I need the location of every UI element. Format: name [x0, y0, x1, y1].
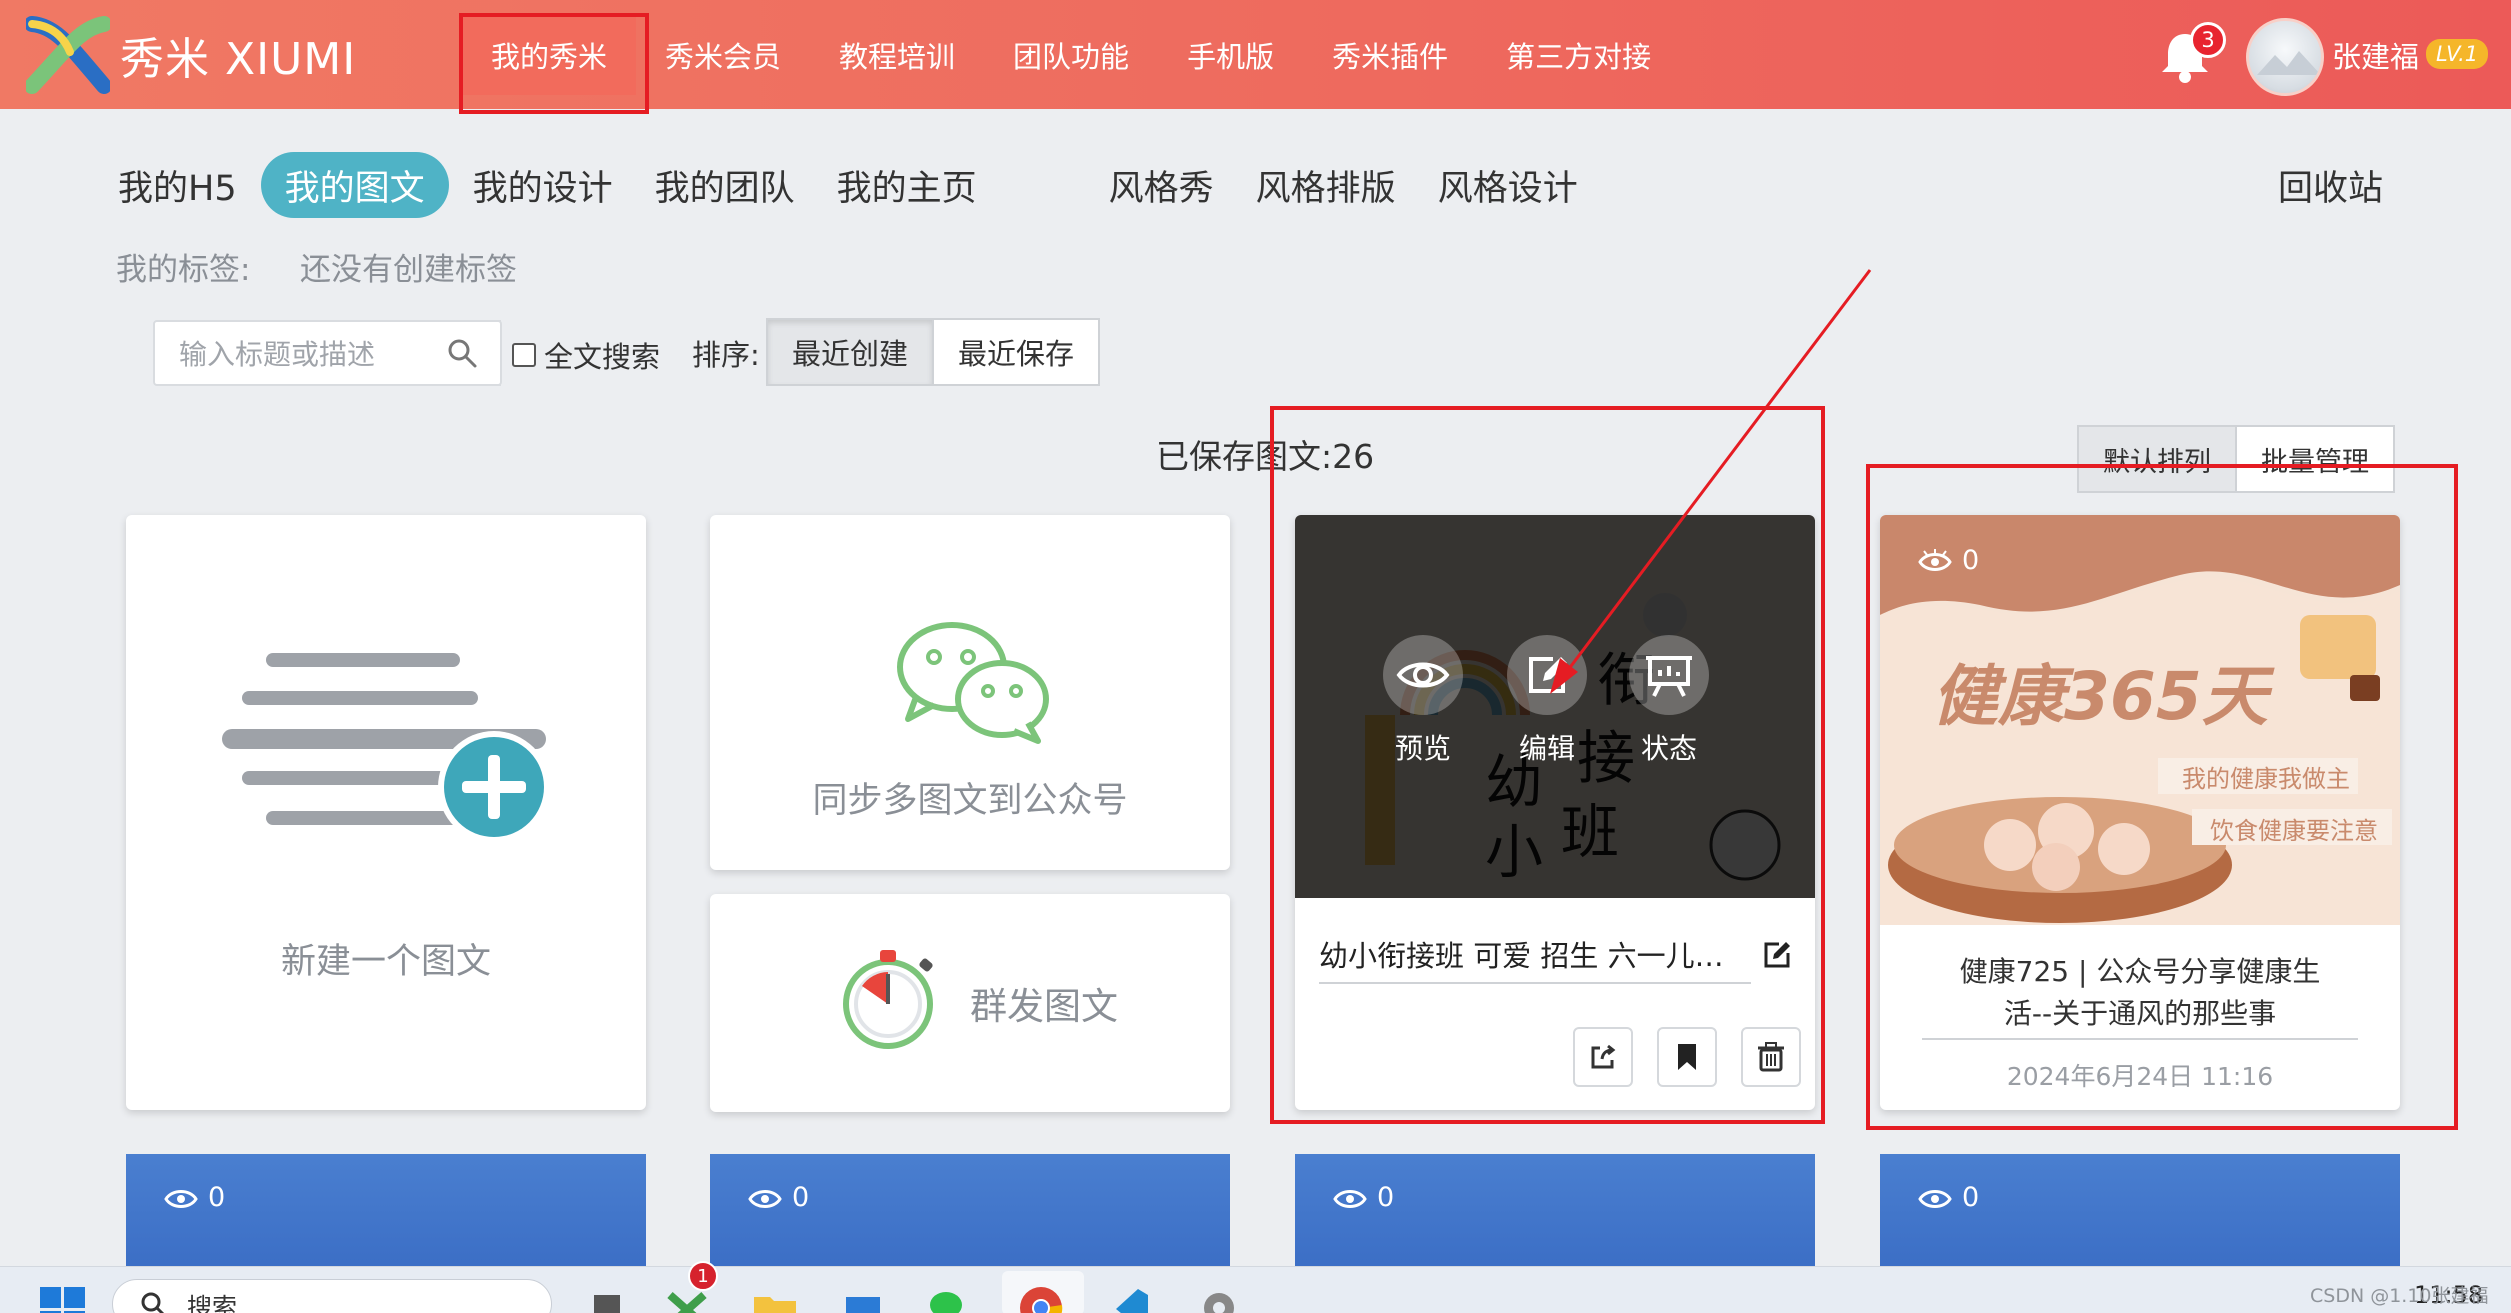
folder-icon[interactable] — [752, 1285, 798, 1313]
new-article-label: 新建一个图文 — [280, 942, 491, 982]
tag-label: 我的标签: — [116, 252, 251, 288]
sort-label: 排序: — [692, 338, 760, 372]
tab-style-layout[interactable]: 风格排版 — [1238, 152, 1414, 218]
avatar[interactable] — [2246, 18, 2324, 96]
app-icon[interactable] — [584, 1285, 630, 1313]
sync-to-wechat-card[interactable]: 同步多图文到公众号 — [710, 515, 1230, 870]
stopwatch-icon — [843, 950, 933, 1049]
mass-send-label: 群发图文 — [970, 985, 1118, 1028]
sort-recent-created-button[interactable]: 最近创建 — [766, 318, 935, 386]
nav-tutorials[interactable]: 教程培训 — [810, 14, 984, 95]
new-article-icon — [222, 653, 550, 843]
tab-style-design[interactable]: 风格设计 — [1420, 152, 1596, 218]
view-count: 0 — [748, 1182, 809, 1213]
recycle-bin-link[interactable]: 回收站 — [2278, 160, 2383, 211]
annotation-box-nav — [459, 13, 649, 114]
xiumi-logo-icon — [24, 16, 112, 94]
nav-team[interactable]: 团队功能 — [984, 14, 1158, 95]
csdn-watermark: CSDN @1.10张建福 — [2310, 1285, 2489, 1307]
fulltext-label: 全文搜索 — [544, 340, 661, 374]
mass-send-card[interactable]: 群发图文 — [710, 894, 1230, 1112]
nav-membership[interactable]: 秀米会员 — [636, 14, 810, 95]
taskbar-search-text: 搜索 — [187, 1293, 238, 1313]
view-count-value: 0 — [1377, 1182, 1395, 1213]
view-count-value: 0 — [1962, 1182, 1980, 1213]
tab-my-articles[interactable]: 我的图文 — [260, 152, 449, 218]
level-badge: LV.1 — [2426, 39, 2489, 69]
sort-button-group: 最近创建 最近保存 — [766, 318, 1101, 386]
top-navbar: 秀米 XIUMI 我的秀米 秀米会员 教程培训 团队功能 手机版 秀米插件 第三… — [0, 0, 2511, 109]
view-count-value: 0 — [792, 1182, 810, 1213]
search-button[interactable] — [424, 320, 502, 386]
sort-recent-saved-button[interactable]: 最近保存 — [934, 318, 1101, 386]
view-count: 0 — [164, 1182, 225, 1213]
taskbar-search[interactable]: 搜索 — [112, 1279, 552, 1313]
notification-badge: 3 — [2190, 22, 2226, 58]
tab-my-team[interactable]: 我的团队 — [637, 152, 813, 218]
eye-icon — [164, 1189, 198, 1208]
sync-label: 同步多图文到公众号 — [812, 781, 1128, 821]
new-article-card[interactable]: 新建一个图文 — [126, 515, 646, 1110]
xiumi-logo[interactable]: 秀米 XIUMI — [24, 16, 357, 94]
view-count: 0 — [1918, 1182, 1979, 1213]
nav-plugins[interactable]: 秀米插件 — [1303, 14, 1477, 95]
fulltext-checkbox[interactable] — [512, 343, 536, 367]
annotation-arrow — [1550, 269, 1872, 694]
vscode-icon[interactable] — [1106, 1285, 1152, 1313]
store-icon[interactable] — [840, 1285, 886, 1313]
tab-my-designs[interactable]: 我的设计 — [455, 152, 631, 218]
nav-third-party[interactable]: 第三方对接 — [1477, 14, 1680, 95]
chrome-icon[interactable] — [1018, 1285, 1064, 1313]
wechat-icon — [897, 622, 1049, 744]
nav-mobile[interactable]: 手机版 — [1158, 14, 1303, 95]
tag-empty-text: 还没有创建标签 — [300, 252, 517, 288]
tab-my-homepage[interactable]: 我的主页 — [819, 152, 995, 218]
eye-icon — [1333, 1189, 1367, 1208]
settings-gear-icon[interactable] — [1196, 1285, 1242, 1313]
eye-icon — [748, 1189, 782, 1208]
username[interactable]: 张建福 — [2332, 34, 2419, 76]
annotation-box-health — [1866, 464, 2458, 1130]
search-icon — [141, 1292, 165, 1313]
logo-text: 秀米 XIUMI — [120, 34, 357, 85]
os-taskbar: 搜索 1 11:58 — [0, 1261, 2511, 1313]
wechat-app-icon[interactable] — [926, 1285, 972, 1313]
view-count: 0 — [1333, 1182, 1394, 1213]
app-badge: 1 — [688, 1261, 718, 1291]
tab-my-h5[interactable]: 我的H5 — [100, 152, 255, 218]
sub-tabs: 我的H5 我的图文 我的设计 我的团队 我的主页 风格秀 风格排版 风格设计 — [100, 150, 1602, 220]
eye-icon — [1918, 1189, 1952, 1208]
windows-start-icon[interactable] — [40, 1287, 86, 1313]
fulltext-search-toggle[interactable]: 全文搜索 — [512, 334, 660, 376]
tab-style-show[interactable]: 风格秀 — [1091, 152, 1232, 218]
view-count-value: 0 — [208, 1182, 226, 1213]
search-icon — [448, 339, 477, 368]
